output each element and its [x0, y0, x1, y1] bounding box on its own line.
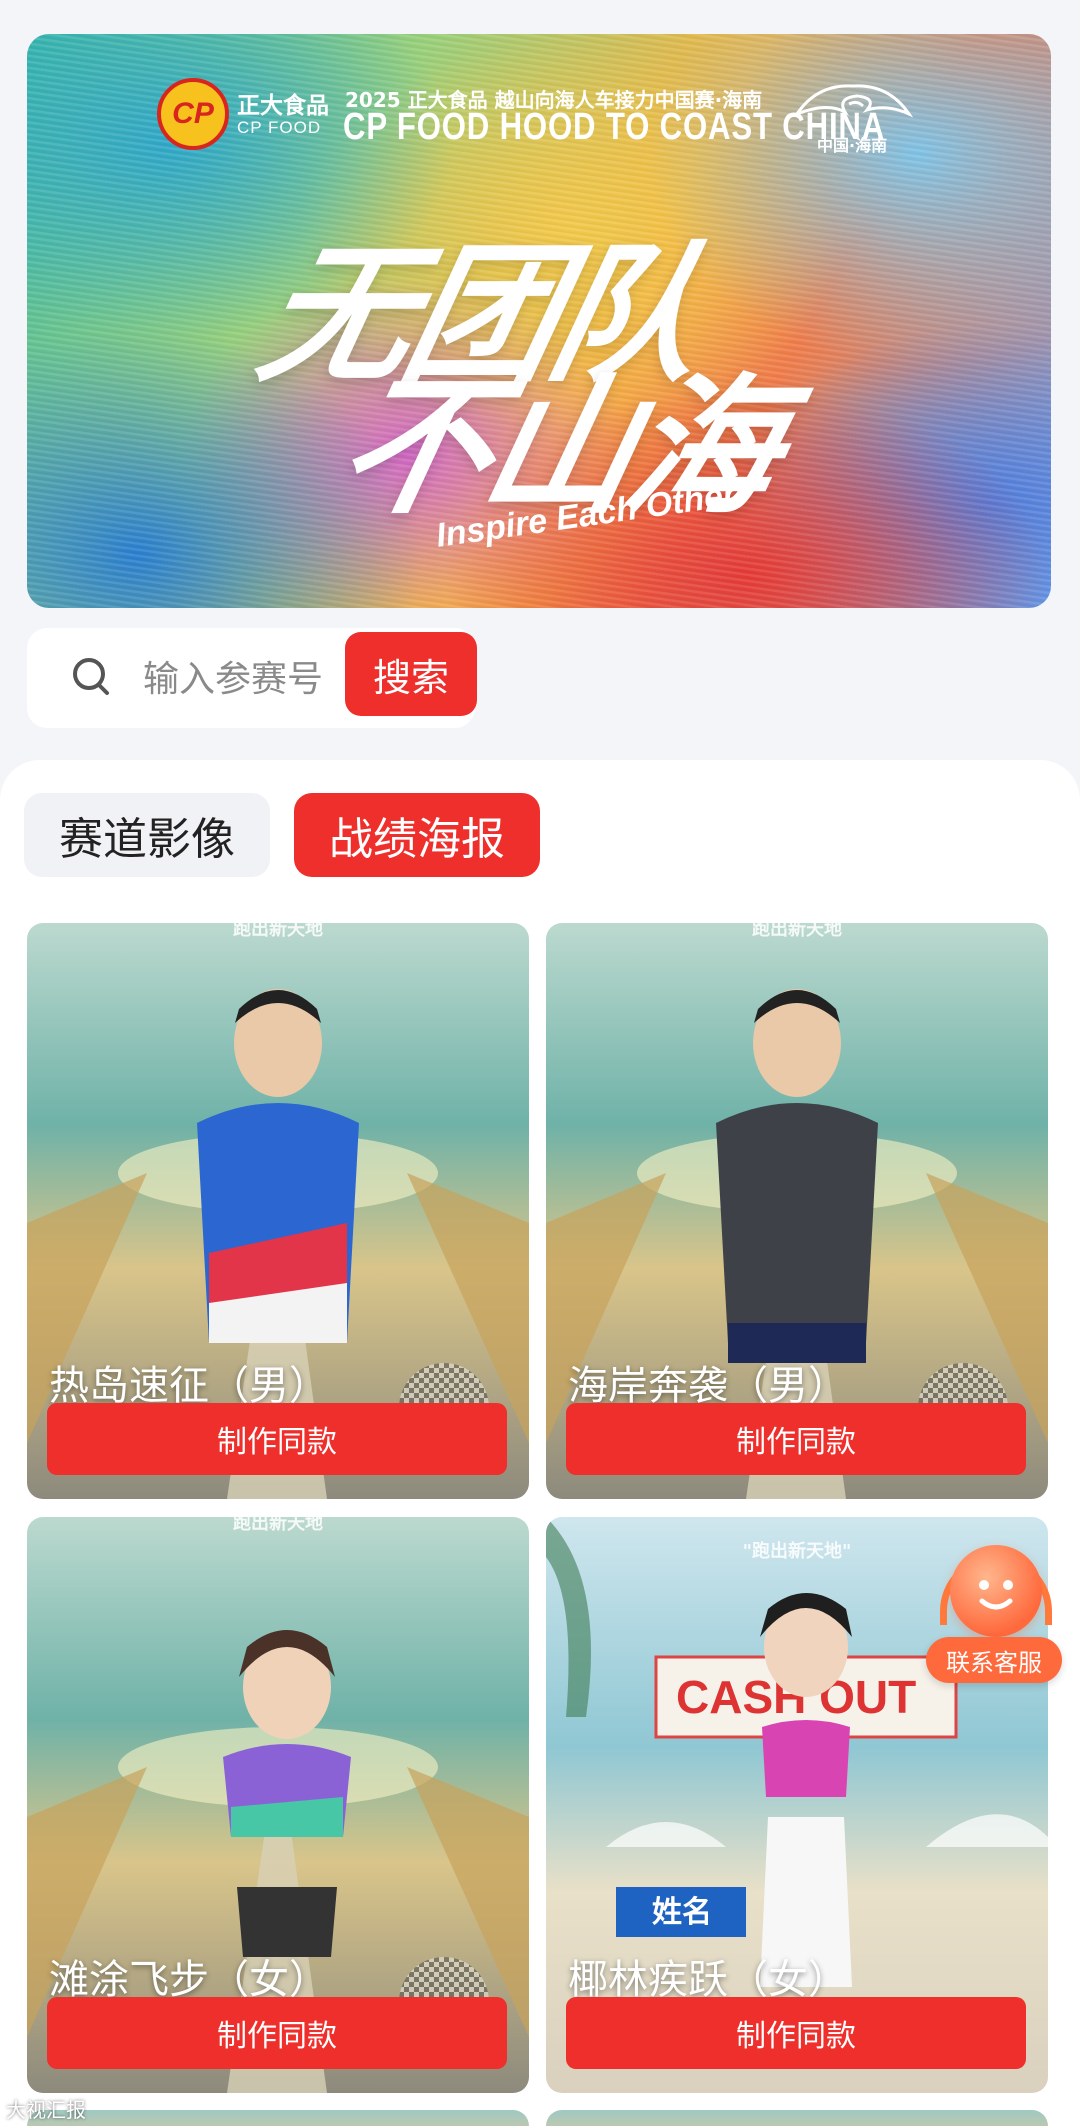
tab-track-video[interactable]: 赛道影像	[24, 793, 270, 877]
event-banner[interactable]: CP 正大食品 CP FOOD 2025 正大食品 越山向海人车接力中国赛·海南…	[27, 34, 1051, 608]
service-avatar-icon	[950, 1545, 1042, 1637]
search-input[interactable]	[143, 654, 353, 704]
cp-logo-mark: CP	[172, 97, 214, 130]
poster-card-peek	[27, 2110, 529, 2126]
watermark: 大视汇报	[6, 2098, 86, 2122]
region-label: 中国·海南	[817, 136, 888, 155]
poster-top-tag: 跑出新天地	[752, 923, 842, 940]
tab-result-poster[interactable]: 战绩海报	[294, 793, 540, 877]
smile-icon	[979, 1580, 1013, 1610]
brand-name-cn: 正大食品	[237, 93, 329, 119]
search-button[interactable]: 搜索	[345, 632, 477, 716]
search-icon	[73, 658, 109, 695]
poster-card[interactable]: 跑出新天地 热岛速征（男） 制作同款	[27, 923, 529, 1499]
poster-card[interactable]: 跑出新天地 滩涂飞步（女） 制作同款	[27, 1517, 529, 2093]
make-same-button[interactable]: 制作同款	[47, 1997, 507, 2069]
make-same-button[interactable]: 制作同款	[566, 1997, 1026, 2069]
poster-card[interactable]: 跑出新天地 海岸奔袭（男） 制作同款	[546, 923, 1048, 1499]
poster-card-peek	[546, 2110, 1048, 2126]
poster-top-tag: 跑出新天地	[233, 923, 323, 940]
poster-top-tag: 跑出新天地	[233, 1517, 323, 1534]
make-same-button[interactable]: 制作同款	[566, 1403, 1026, 1475]
make-same-button[interactable]: 制作同款	[47, 1403, 507, 1475]
svg-text:姓名: 姓名	[652, 1895, 712, 1930]
brand-name-en: CP FOOD	[237, 118, 322, 137]
cp-logo: CP	[157, 78, 229, 150]
customer-service-button[interactable]: 联系客服	[926, 1545, 1062, 1695]
service-label: 联系客服	[926, 1637, 1062, 1683]
